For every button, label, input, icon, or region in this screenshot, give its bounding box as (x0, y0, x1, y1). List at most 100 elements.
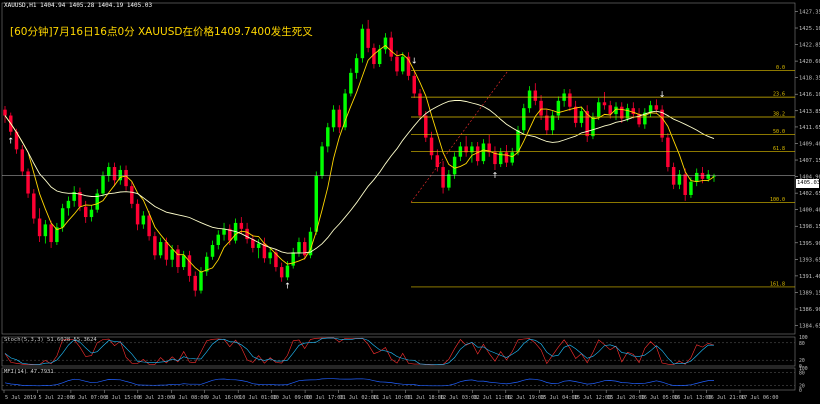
bear-candle (303, 242, 307, 256)
bull-candle (101, 175, 105, 194)
bear-candle (187, 255, 192, 276)
sell-arrow-icon: ↓ (659, 90, 666, 99)
bull-candle (694, 172, 699, 182)
price-tick-label: 1409.40 (799, 141, 820, 147)
stoch-main-line (4, 337, 715, 366)
bull-candle (107, 167, 111, 176)
price-tick-label: 1402.65 (799, 191, 820, 197)
bear-candle (504, 152, 509, 163)
bull-candle (401, 56, 405, 72)
bear-candle (666, 137, 670, 168)
buy-arrow-icon: ↑ (7, 136, 14, 145)
fib-level-label: 38.2 (773, 112, 785, 118)
price-tick-label: 1407.15 (799, 158, 820, 164)
bull-candle (158, 242, 163, 256)
bull-candle (210, 244, 215, 257)
mfi-tick-label: 0 (799, 388, 802, 394)
time-tick-label: 5 Jul 22:00 (38, 395, 72, 401)
bear-candle (395, 56, 399, 72)
buy-arrow-icon: ↑ (492, 171, 499, 180)
bear-candle (3, 109, 7, 116)
bear-candle (130, 186, 134, 204)
main-pane-frame (1, 2, 796, 335)
bull-candle (343, 93, 347, 128)
bear-candle (239, 222, 244, 229)
price-tick-label: 1400.40 (799, 208, 820, 214)
bear-candle (147, 215, 151, 237)
fib-level-label: 23.6 (773, 92, 785, 98)
bull-candle (677, 174, 682, 185)
time-tick-label: 10 Jul 01:00 (239, 395, 276, 401)
bear-candle (660, 109, 664, 138)
bear-candle (193, 275, 197, 291)
time-tick-label: 10 Jul 09:00 (273, 395, 310, 401)
mfi-pane-frame (1, 367, 796, 391)
bull-candle (314, 175, 318, 232)
time-tick-label: 15 Jul 20:00 (607, 395, 644, 401)
price-tick-label: 1393.65 (799, 257, 820, 263)
ma-slow-line (4, 100, 715, 254)
bull-candle (268, 252, 272, 259)
bull-candle (706, 174, 710, 179)
price-tick-label: 1420.60 (799, 59, 820, 65)
current-price-tag: 1405.03 (796, 179, 820, 188)
bull-candle (527, 90, 532, 109)
bull-candle (510, 152, 514, 163)
time-tick-label: 16 Jul 21:00 (708, 395, 745, 401)
bear-candle (37, 218, 42, 237)
bull-candle (452, 156, 457, 175)
bear-candle (608, 105, 612, 115)
bull-candle (256, 243, 261, 248)
bull-candle (199, 271, 203, 291)
fib-level-label: 61.8 (773, 146, 785, 152)
stoch-label: Stoch(5,3,3) 51.6028 55.3624 (4, 337, 97, 343)
bear-candle (545, 115, 549, 131)
fib-level-label: 161.8 (770, 281, 785, 287)
bull-candle (60, 208, 65, 228)
symbol-header: XAUUSD,H1 1404.94 1405.28 1404.19 1405.0… (4, 2, 153, 9)
buy-arrow-icon: ↑ (284, 281, 291, 290)
time-tick-label: 8 Jul 07:00 (72, 395, 106, 401)
bull-candle (170, 249, 174, 260)
bull-candle (377, 49, 382, 65)
price-tick-label: 1413.85 (799, 109, 820, 115)
bear-candle (475, 146, 480, 162)
price-tick-label: 1416.10 (799, 92, 820, 98)
time-tick-label: 8 Jul 23:00 (139, 395, 173, 401)
time-tick-label: 11 Jul 18:00 (406, 395, 443, 401)
bear-candle (568, 93, 572, 107)
bear-candle (135, 203, 140, 225)
bear-candle (20, 149, 25, 172)
bull-candle (331, 109, 336, 128)
bear-candle (112, 167, 117, 181)
price-tick-label: 1384.65 (799, 324, 820, 330)
time-tick-label: 9 Jul 16:00 (206, 395, 240, 401)
bull-candle (481, 143, 486, 162)
bear-candle (49, 224, 53, 243)
chart-window: 1427.35 1425.10 1422.85 1420.60 1418.35 1416.… (0, 0, 820, 404)
price-tick-label: 1398.15 (799, 224, 820, 230)
bull-candle (43, 224, 48, 237)
bull-candle (222, 228, 226, 235)
price-tick-label: 1389.15 (799, 290, 820, 296)
time-tick-label: 16 Jul 13:00 (674, 395, 711, 401)
bull-candle (181, 255, 186, 268)
stoch-pane-frame (1, 336, 796, 367)
bull-candle (447, 174, 451, 188)
bull-candle (66, 200, 71, 209)
bull-candle (522, 108, 526, 131)
bear-candle (124, 169, 128, 187)
bear-candle (153, 236, 157, 256)
fib-level-label: 100.0 (770, 197, 785, 203)
chart-canvas[interactable]: 1427.35 1425.10 1422.85 1420.60 1418.35 1416.… (0, 0, 820, 404)
time-tick-label: 9 Jul 08:00 (172, 395, 206, 401)
mfi-line (4, 378, 714, 387)
bull-candle (320, 146, 324, 176)
bull-candle (689, 181, 693, 195)
bull-candle (326, 127, 330, 147)
death-cross-annotation: [60分钟]7月16日16点0分 XAUUSD在价格1409.7400发生死叉 (10, 26, 313, 38)
time-tick-label: 11 Jul 10:00 (373, 395, 410, 401)
fib-level-label: 50.0 (773, 129, 785, 135)
bull-candle (360, 28, 365, 59)
price-tick-label: 1422.85 (799, 43, 820, 49)
